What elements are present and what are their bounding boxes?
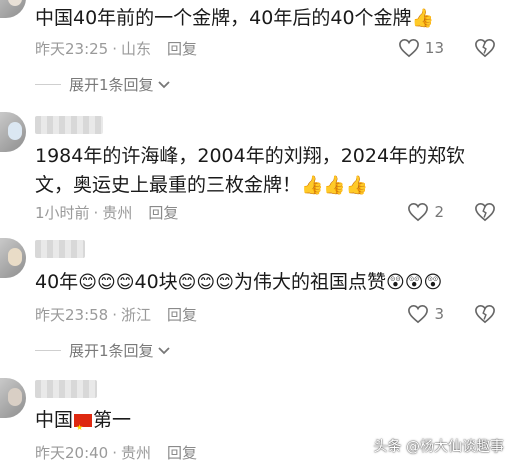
surprised-emoji: 😲😲😲	[385, 272, 443, 293]
comment-meta: 昨天23:58 · 浙江 回复	[35, 304, 198, 325]
chevron-down-icon	[157, 80, 170, 88]
dislike-button[interactable]	[474, 38, 496, 62]
comment-location: 浙江	[121, 306, 152, 324]
heart-icon	[398, 38, 419, 58]
username-redacted	[35, 116, 103, 134]
avatar[interactable]	[0, 112, 26, 152]
like-button[interactable]: 2	[407, 202, 444, 222]
like-count: 13	[424, 39, 444, 57]
thumbs-up-emoji: 👍👍👍	[301, 175, 369, 196]
comment-meta: 昨天20:40 · 贵州 回复	[35, 442, 198, 463]
username-redacted	[35, 240, 85, 258]
comment-time: 昨天23:25	[35, 40, 109, 58]
like-count: 3	[434, 305, 444, 323]
expand-replies[interactable]: 展开1条回复	[35, 74, 170, 95]
comment-time: 1小时前	[35, 204, 90, 222]
like-button[interactable]: 13	[398, 38, 444, 58]
comment-meta: 1小时前 · 贵州 回复	[35, 202, 179, 223]
avatar[interactable]	[0, 0, 26, 18]
comment-text: 40年😊😊😊40块😊😊😊为伟大的祖国点赞😲😲😲	[35, 271, 443, 293]
dislike-icon	[475, 304, 495, 324]
reply-button[interactable]: 回复	[167, 442, 197, 463]
expand-label: 展开1条回复	[69, 76, 154, 94]
dislike-icon	[475, 38, 495, 58]
comment-time: 昨天20:40	[35, 444, 109, 462]
avatar[interactable]	[0, 238, 26, 278]
expand-replies[interactable]: 展开1条回复	[35, 340, 170, 361]
dislike-button[interactable]	[474, 202, 496, 226]
avatar[interactable]	[0, 378, 26, 418]
chevron-down-icon	[157, 346, 170, 354]
like-button[interactable]: 3	[407, 304, 444, 324]
username-redacted	[35, 380, 97, 398]
dislike-icon	[475, 202, 495, 222]
comment-time: 昨天23:58	[35, 306, 109, 324]
like-count: 2	[434, 203, 444, 221]
china-flag-icon	[74, 413, 93, 442]
watermark: 头条 @杨大仙谈趣事	[373, 439, 504, 455]
reply-button[interactable]: 回复	[148, 202, 178, 223]
expand-label: 展开1条回复	[69, 342, 154, 360]
smile-emoji: 😊😊😊	[177, 272, 234, 293]
comment-text: 1984年的许海峰，2004年的刘翔，2024年的郑钦文，奥运史上最重的三枚金牌…	[35, 145, 466, 196]
comment-location: 贵州	[121, 444, 152, 462]
comment-meta: 昨天23:25 · 山东 回复	[35, 38, 198, 59]
dislike-button[interactable]	[474, 304, 496, 328]
smile-emoji: 😊😊😊	[78, 272, 135, 293]
comment-location: 贵州	[102, 204, 133, 222]
comment-text: 中国40年前的一个金牌，40年后的40个金牌👍	[35, 7, 434, 29]
heart-icon	[408, 304, 429, 324]
reply-button[interactable]: 回复	[167, 38, 197, 59]
comment-text: 中国第一	[35, 406, 503, 442]
thumbs-up-emoji: 👍	[411, 8, 434, 29]
heart-icon	[408, 202, 429, 222]
reply-button[interactable]: 回复	[167, 304, 197, 325]
comment-location: 山东	[121, 40, 152, 58]
